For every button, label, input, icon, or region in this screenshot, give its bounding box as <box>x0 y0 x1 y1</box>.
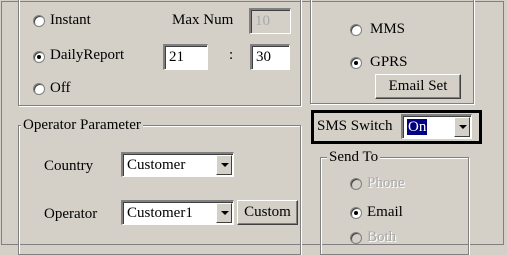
custom-button[interactable]: Custom <box>237 200 298 225</box>
operator-label: Operator <box>44 206 98 222</box>
operator-value: Customer1 <box>127 205 193 221</box>
both-label: Both <box>367 229 397 245</box>
send-to-title: Send To <box>327 149 381 165</box>
both-radio[interactable] <box>350 232 362 244</box>
max-num-label: Max Num <box>172 12 234 28</box>
report-minute-field[interactable]: 30 <box>250 44 290 70</box>
email-radio[interactable] <box>350 207 362 219</box>
instant-radio[interactable] <box>33 15 45 27</box>
dailyreport-label: DailyReport <box>50 47 125 63</box>
gprs-radio[interactable] <box>350 57 362 69</box>
gprs-label: GPRS <box>370 54 408 70</box>
phone-radio[interactable] <box>350 178 362 190</box>
country-label: Country <box>44 158 94 174</box>
sms-switch-value: On <box>407 119 428 135</box>
email-set-button[interactable]: Email Set <box>375 74 461 99</box>
email-label: Email <box>367 204 403 220</box>
sms-switch-label: SMS Switch <box>317 118 393 134</box>
chevron-down-icon[interactable] <box>216 203 232 223</box>
time-colon: : <box>229 47 234 63</box>
mms-label: MMS <box>370 21 406 37</box>
mms-radio[interactable] <box>350 24 362 36</box>
chevron-down-icon[interactable] <box>216 155 232 175</box>
off-label: Off <box>50 80 71 96</box>
country-combo[interactable]: Customer <box>121 152 234 177</box>
operator-parameter-title: Operator Parameter <box>21 117 143 133</box>
chevron-down-icon[interactable] <box>454 117 470 137</box>
operator-combo[interactable]: Customer1 <box>121 200 234 225</box>
report-hour-field[interactable]: 21 <box>163 44 208 70</box>
max-num-field[interactable]: 10 <box>249 8 291 34</box>
off-radio[interactable] <box>33 83 45 95</box>
dailyreport-radio[interactable] <box>33 51 45 63</box>
phone-label: Phone <box>367 175 405 191</box>
instant-label: Instant <box>50 12 91 28</box>
country-value: Customer <box>127 157 186 173</box>
sms-switch-combo[interactable]: On <box>401 114 472 139</box>
operator-parameter-group <box>18 125 301 255</box>
